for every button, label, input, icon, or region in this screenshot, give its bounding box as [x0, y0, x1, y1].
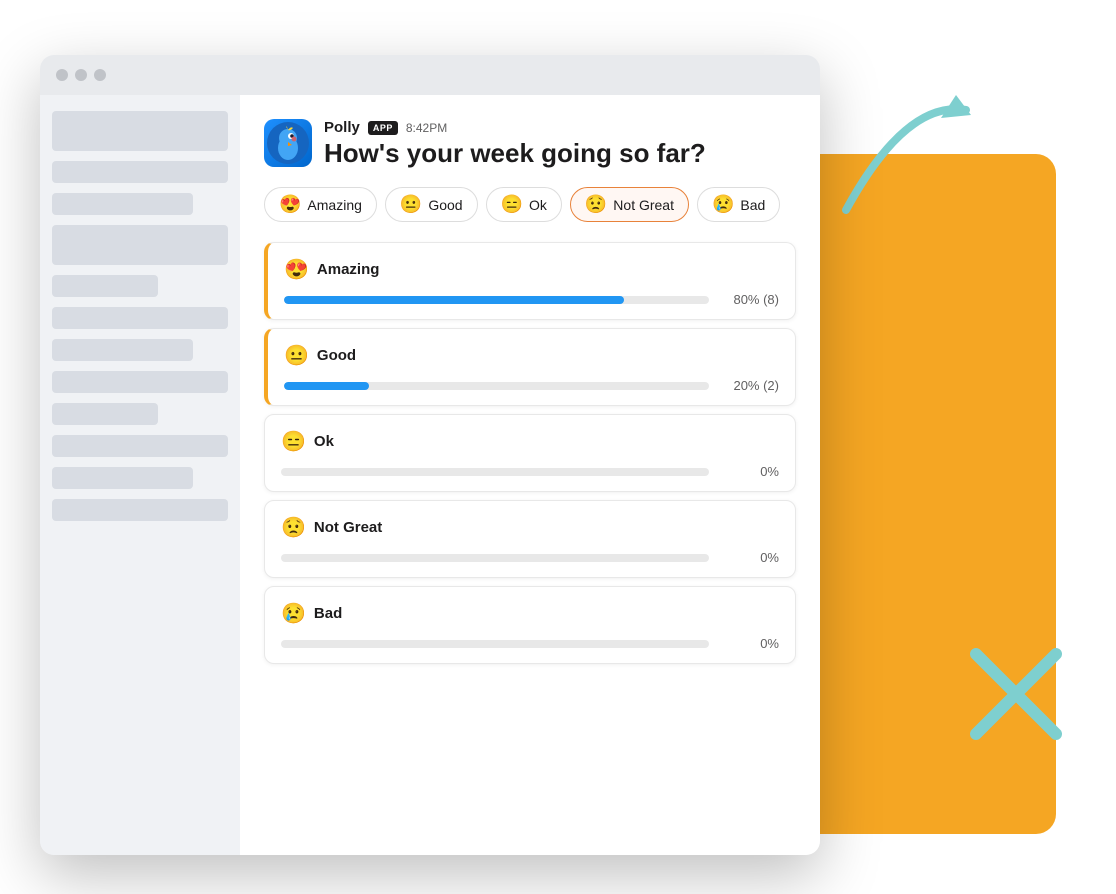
result-text-notgreat: Not Great [314, 519, 382, 536]
result-pct-notgreat: 0% [719, 550, 779, 565]
sidebar-item [52, 339, 193, 361]
message-header: Polly APP 8:42PM How's your week going s… [264, 119, 796, 169]
results-container: 😍 Amazing 80% (8) 😐 Good [264, 242, 796, 664]
browser-dot-red [56, 69, 68, 81]
result-emoji-bad: 😢 [281, 601, 306, 626]
amazing-emoji: 😍 [279, 194, 301, 215]
result-bar-notgreat: 0% [281, 550, 779, 565]
result-bar-good: 20% (2) [284, 378, 779, 393]
bad-emoji: 😢 [712, 194, 734, 215]
poll-option-ok[interactable]: 😑 Ok [486, 187, 562, 222]
sidebar-item [52, 161, 228, 183]
result-label-good: 😐 Good [284, 343, 779, 368]
result-fill-amazing [284, 296, 624, 304]
result-card-ok: 😑 Ok 0% [264, 414, 796, 492]
app-badge: APP [368, 121, 398, 135]
result-pct-amazing: 80% (8) [719, 292, 779, 307]
result-card-amazing: 😍 Amazing 80% (8) [264, 242, 796, 320]
result-label-ok: 😑 Ok [281, 429, 779, 454]
result-text-good: Good [317, 347, 356, 364]
result-pct-good: 20% (2) [719, 378, 779, 393]
result-card-bad: 😢 Bad 0% [264, 586, 796, 664]
sidebar-item [52, 435, 228, 457]
result-emoji-notgreat: 😟 [281, 515, 306, 540]
browser-window: Polly APP 8:42PM How's your week going s… [40, 55, 820, 855]
notgreat-emoji: 😟 [585, 194, 607, 215]
sidebar-item [52, 499, 228, 521]
poll-option-bad[interactable]: 😢 Bad [697, 187, 780, 222]
good-emoji: 😐 [400, 194, 422, 215]
ok-label: Ok [529, 197, 547, 213]
result-card-good: 😐 Good 20% (2) [264, 328, 796, 406]
result-text-bad: Bad [314, 605, 342, 622]
result-label-amazing: 😍 Amazing [284, 257, 779, 282]
result-emoji-good: 😐 [284, 343, 309, 368]
browser-titlebar [40, 55, 820, 95]
sidebar-item [52, 467, 193, 489]
poll-options-row: 😍 Amazing 😐 Good 😑 Ok 😟 Not Great 😢 [264, 187, 796, 222]
poll-option-good[interactable]: 😐 Good [385, 187, 478, 222]
arrow-up-decoration [816, 80, 976, 240]
result-label-bad: 😢 Bad [281, 601, 779, 626]
ok-emoji: 😑 [501, 194, 523, 215]
result-emoji-amazing: 😍 [284, 257, 309, 282]
result-fill-good [284, 382, 369, 390]
browser-dot-green [94, 69, 106, 81]
message-question: How's your week going so far? [324, 138, 706, 169]
message-meta: Polly APP 8:42PM How's your week going s… [324, 119, 706, 169]
good-label: Good [428, 197, 462, 213]
result-emoji-ok: 😑 [281, 429, 306, 454]
arrow-down-decoration [956, 634, 1076, 754]
poll-option-amazing[interactable]: 😍 Amazing [264, 187, 377, 222]
result-bar-ok: 0% [281, 464, 779, 479]
notgreat-label: Not Great [613, 197, 674, 213]
sidebar-item [52, 225, 228, 265]
result-label-notgreat: 😟 Not Great [281, 515, 779, 540]
sender-name: Polly [324, 119, 360, 136]
sidebar-item [52, 111, 228, 151]
result-text-ok: Ok [314, 433, 334, 450]
result-track-bad [281, 640, 709, 648]
result-track-ok [281, 468, 709, 476]
sidebar-item [52, 275, 158, 297]
result-pct-ok: 0% [719, 464, 779, 479]
bad-label: Bad [740, 197, 765, 213]
main-content: Polly APP 8:42PM How's your week going s… [240, 95, 820, 855]
polly-avatar [264, 119, 312, 167]
sidebar-item [52, 371, 228, 393]
result-bar-bad: 0% [281, 636, 779, 651]
sidebar-item [52, 193, 193, 215]
browser-dot-yellow [75, 69, 87, 81]
sender-line: Polly APP 8:42PM [324, 119, 706, 136]
amazing-label: Amazing [307, 197, 361, 213]
result-pct-bad: 0% [719, 636, 779, 651]
sidebar-item [52, 403, 158, 425]
result-text-amazing: Amazing [317, 261, 380, 278]
result-track-notgreat [281, 554, 709, 562]
sidebar [40, 95, 240, 855]
result-card-notgreat: 😟 Not Great 0% [264, 500, 796, 578]
result-track-good [284, 382, 709, 390]
poll-option-notgreat[interactable]: 😟 Not Great [570, 187, 689, 222]
browser-body: Polly APP 8:42PM How's your week going s… [40, 95, 820, 855]
message-time: 8:42PM [406, 121, 447, 135]
sidebar-item [52, 307, 228, 329]
result-bar-amazing: 80% (8) [284, 292, 779, 307]
result-track-amazing [284, 296, 709, 304]
